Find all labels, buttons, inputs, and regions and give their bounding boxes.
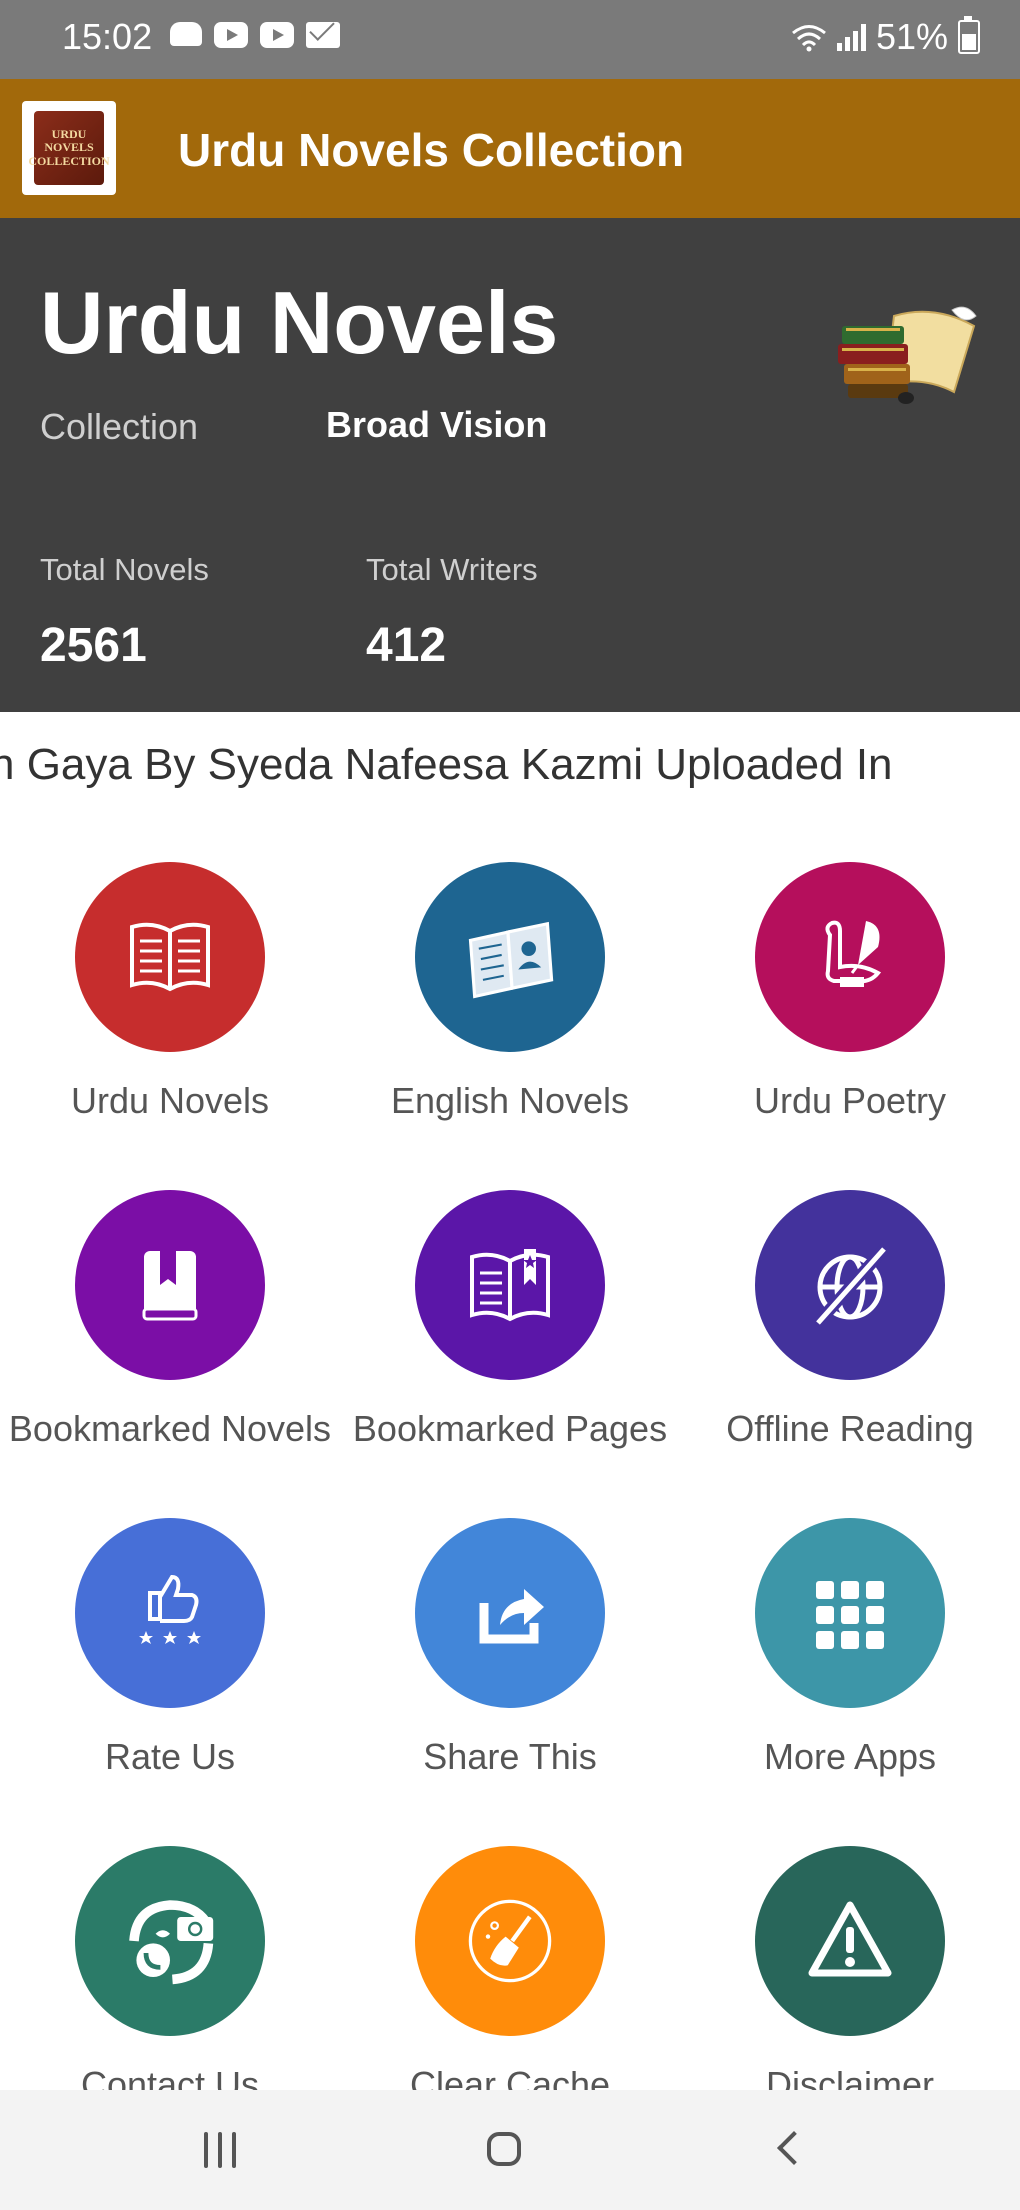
menu-label: Bookmarked Pages [352,1408,668,1449]
header-card: Urdu Novels Collection Broad Vision Tota… [0,218,1020,712]
total-novels-value: 2561 [40,619,147,672]
menu-icon-circle [75,1846,265,2036]
signal-icon [836,23,866,51]
header-title: Urdu Novels [40,273,559,372]
total-writers-value: 412 [366,619,447,672]
warning-icon [808,1901,892,1977]
share-icon [479,1589,544,1644]
car-icon [170,22,202,46]
status-notification-icons [170,22,340,48]
home-button[interactable] [405,2090,605,2210]
menu-label: Share This [423,1736,597,1777]
menu-icon-circle [755,1518,945,1708]
wifi-icon [791,25,826,52]
youtube-icon [214,22,248,48]
menu-icon-circle [415,1190,605,1380]
menu-label: Bookmarked Novels [8,1408,332,1449]
no-globe-icon [811,1242,891,1330]
menu-item-urdu-novels[interactable]: Urdu Novels [0,860,340,1188]
quill-scroll-icon [825,920,882,987]
menu-icon-circle [415,1846,605,2036]
menu-icon-circle [755,862,945,1052]
menu-label: Urdu Poetry [753,1080,947,1121]
menu-label: More Apps [763,1736,937,1777]
contact-icon [129,1900,214,1985]
menu-label: Offline Reading [726,1408,974,1449]
total-writers-label: Total Writers [366,552,538,587]
battery-percent: 51% [875,16,948,57]
menu-item-share-this[interactable]: Share This [340,1516,680,1844]
menu-icon-circle [415,862,605,1052]
menu-item-more-apps[interactable]: More Apps [680,1516,1020,1844]
book-star-icon [470,1249,550,1322]
menu-item-bookmarked-pages[interactable]: Bookmarked Pages [340,1188,680,1516]
logo-book: URDU NOVELS COLLECTION [28,111,110,185]
menu-item-offline-reading[interactable]: Offline Reading [680,1188,1020,1516]
grid-icon [816,1581,884,1649]
menu-label: Rate Us [104,1736,236,1777]
header-collection-label: Collection [40,406,199,447]
recent-apps-button[interactable] [120,2090,320,2210]
youtube-icon [260,22,294,48]
open-book-icon [130,922,210,992]
menu-item-english-novels[interactable]: English Novels [340,860,680,1188]
header-brand: Broad Vision [326,404,548,445]
app-logo: URDU NOVELS COLLECTION [22,101,116,195]
status-system-icons: 51% [791,16,980,58]
mail-icon [306,22,340,48]
menu-item-urdu-poetry[interactable]: Urdu Poetry [680,860,1020,1188]
menu-icon-circle [755,1190,945,1380]
app-title: Urdu Novels Collection [178,124,685,176]
menu-item-rate-us[interactable]: Rate Us [0,1516,340,1844]
status-time: 15:02 [62,16,153,57]
total-novels-label: Total Novels [40,552,209,587]
menu-icon-circle [755,1846,945,2036]
menu-icon-circle [75,1518,265,1708]
bookmarked-book-icon [142,1251,198,1321]
menu-icon-circle [75,862,265,1052]
menu-item-bookmarked-novels[interactable]: Bookmarked Novels [0,1188,340,1516]
battery-icon [958,16,980,54]
menu-label: English Novels [390,1080,630,1121]
illustrated-book-icon [468,921,554,999]
menu-icon-circle [415,1518,605,1708]
back-button[interactable] [690,2090,890,2210]
thumbs-up-stars-icon [139,1574,201,1644]
menu-label: Urdu Novels [70,1080,270,1121]
news-ticker[interactable]: n Gaya By Syeda Nafeesa Kazmi Uploaded I… [0,738,1020,802]
ticker-text: n Gaya By Syeda Nafeesa Kazmi Uploaded I… [0,740,893,789]
books-scroll-icon [838,306,977,404]
menu-icon-circle [75,1190,265,1380]
broom-icon [468,1899,552,1983]
system-nav-bar [0,2090,1020,2210]
status-bar: 15:02 51% [0,0,1020,79]
app-bar: URDU NOVELS COLLECTION Urdu Novels Colle… [0,79,1020,218]
